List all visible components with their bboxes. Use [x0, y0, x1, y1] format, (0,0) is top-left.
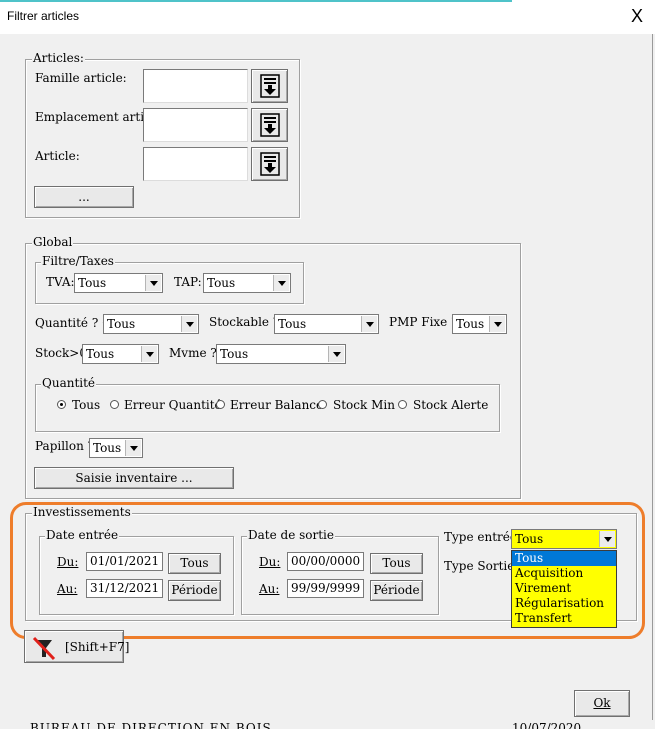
radio-stock-alerte-label: Stock Alerte: [413, 398, 489, 412]
quantite-zero-label: Quantité ? 0:: [35, 316, 114, 330]
highlight-annotation: [10, 502, 645, 639]
stockable-value: Tous: [278, 317, 307, 331]
tap-value: Tous: [207, 276, 236, 290]
articles-more-button[interactable]: ...: [34, 186, 134, 208]
chevron-down-icon: [489, 316, 505, 332]
close-icon[interactable]: X: [628, 6, 646, 26]
saisie-inventaire-button[interactable]: Saisie inventaire ...: [34, 467, 234, 489]
emplacement-select-button[interactable]: [251, 108, 288, 142]
chevron-down-icon: [273, 275, 289, 291]
stockable-combo[interactable]: Tous: [274, 314, 379, 334]
article-select-button[interactable]: [251, 147, 288, 181]
global-legend: Global: [32, 235, 74, 249]
emplacement-input[interactable]: [143, 108, 248, 142]
papillon-value: Tous: [93, 441, 122, 455]
radio-erreur-quantite[interactable]: [110, 400, 119, 409]
shift-f7-label: [Shift+F7]: [65, 640, 130, 654]
tap-label: TAP:: [174, 275, 202, 289]
pmp-fixe-value: Tous: [456, 317, 485, 331]
tap-combo[interactable]: Tous: [203, 273, 291, 293]
tva-label: TVA:: [46, 275, 75, 289]
papillon-combo[interactable]: Tous: [89, 438, 143, 458]
radio-erreur-balance-label: Erreur Balance: [230, 398, 324, 412]
chevron-down-icon: [361, 316, 377, 332]
ok-label: Ok: [593, 696, 611, 710]
chevron-down-icon: [125, 440, 141, 456]
radio-tous[interactable]: [57, 400, 66, 409]
stockable-label: Stockable ?:: [209, 315, 284, 329]
list-down-icon: [259, 152, 280, 176]
chevron-down-icon: [145, 275, 161, 291]
mvme-combo[interactable]: Tous: [216, 344, 346, 364]
mvme-value: Tous: [220, 347, 249, 361]
radio-erreur-balance[interactable]: [216, 400, 225, 409]
radio-stock-alerte[interactable]: [398, 400, 407, 409]
chevron-down-icon: [328, 346, 344, 362]
radio-erreur-quantite-label: Erreur Quantité: [124, 398, 222, 412]
famille-label: Famille article:: [35, 71, 127, 85]
article-label: Article:: [35, 149, 80, 163]
window-title: Filtrer articles: [7, 9, 80, 23]
stock-gt0-combo[interactable]: Tous: [82, 344, 159, 364]
background-row-date: 10/07/2020: [512, 721, 582, 729]
list-down-icon: [259, 74, 280, 98]
article-input[interactable]: [143, 147, 248, 181]
quantite-legend: Quantité: [41, 376, 97, 390]
list-down-icon: [259, 113, 280, 137]
stock-gt0-value: Tous: [86, 347, 115, 361]
ok-button[interactable]: Ok: [574, 690, 630, 717]
shift-f7-button[interactable]: [Shift+F7]: [24, 630, 129, 663]
filtre-taxes-legend: Filtre/Taxes: [41, 254, 115, 268]
title-bar: [0, 0, 655, 34]
background-row-text: BUREAU DE DIRECTION EN BOIS: [30, 721, 272, 729]
famille-input[interactable]: [143, 69, 248, 103]
radio-tous-label: Tous: [72, 398, 101, 412]
mvme-label: Mvme ?:: [169, 346, 221, 360]
famille-select-button[interactable]: [251, 69, 288, 103]
papillon-label: Papillon ?: [35, 439, 95, 453]
radio-stock-min-label: Stock Min: [333, 398, 395, 412]
clear-filter-icon: [32, 636, 56, 661]
quantite-zero-value: Tous: [107, 317, 136, 331]
pmp-fixe-label: PMP Fixe ?:: [389, 315, 462, 329]
title-bar-accent: [0, 0, 512, 2]
tva-value: Tous: [78, 276, 107, 290]
quantite-zero-combo[interactable]: Tous: [103, 314, 199, 334]
pmp-fixe-combo[interactable]: Tous: [452, 314, 507, 334]
radio-stock-min[interactable]: [318, 400, 327, 409]
chevron-down-icon: [181, 316, 197, 332]
chevron-down-icon: [141, 346, 157, 362]
tva-combo[interactable]: Tous: [74, 273, 163, 293]
articles-legend: Articles:: [32, 51, 85, 65]
